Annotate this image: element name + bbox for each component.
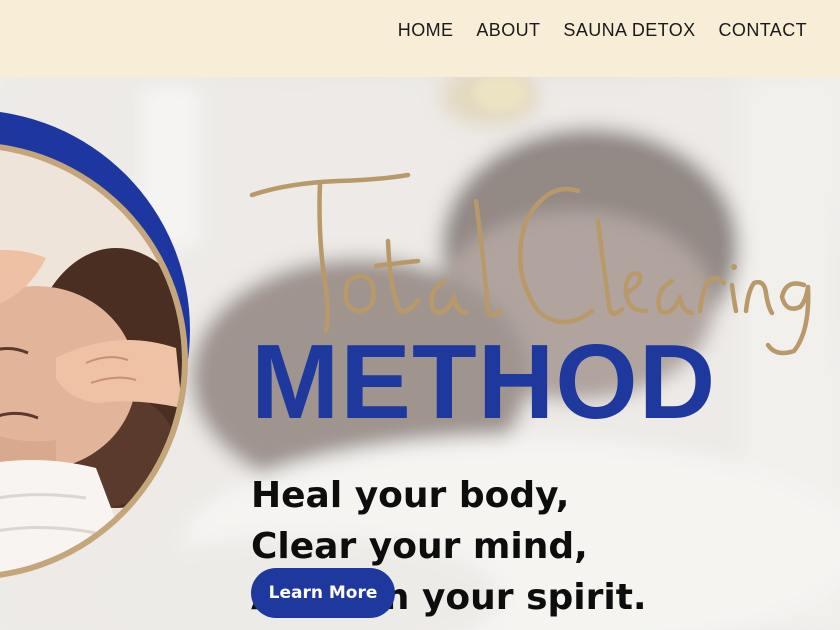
nav-item-sauna-detox: SAUNA DETOX <box>563 18 695 42</box>
method-heading: METHOD <box>251 323 717 441</box>
nav-item-about: ABOUT <box>476 18 540 42</box>
nav-link-sauna-detox[interactable]: SAUNA DETOX <box>563 20 695 40</box>
nav-link-contact[interactable]: CONTACT <box>719 20 807 40</box>
tagline-line-2: Clear your mind, <box>251 526 588 567</box>
learn-more-button[interactable]: Learn More <box>251 568 395 618</box>
nav-item-contact: CONTACT <box>719 18 807 42</box>
nav-item-home: HOME <box>398 18 454 42</box>
nav-link-home[interactable]: HOME <box>398 20 454 40</box>
nav-list: HOME ABOUT SAUNA DETOX CONTACT <box>398 18 807 42</box>
landing-page: HOME ABOUT SAUNA DETOX CONTACT METHOD He… <box>0 0 840 630</box>
hero-section: METHOD Heal your body, Clear your mind, … <box>0 77 840 630</box>
site-header: HOME ABOUT SAUNA DETOX CONTACT <box>0 0 840 77</box>
nav-link-about[interactable]: ABOUT <box>476 20 540 40</box>
tagline-line-1: Heal your body, <box>251 475 570 516</box>
